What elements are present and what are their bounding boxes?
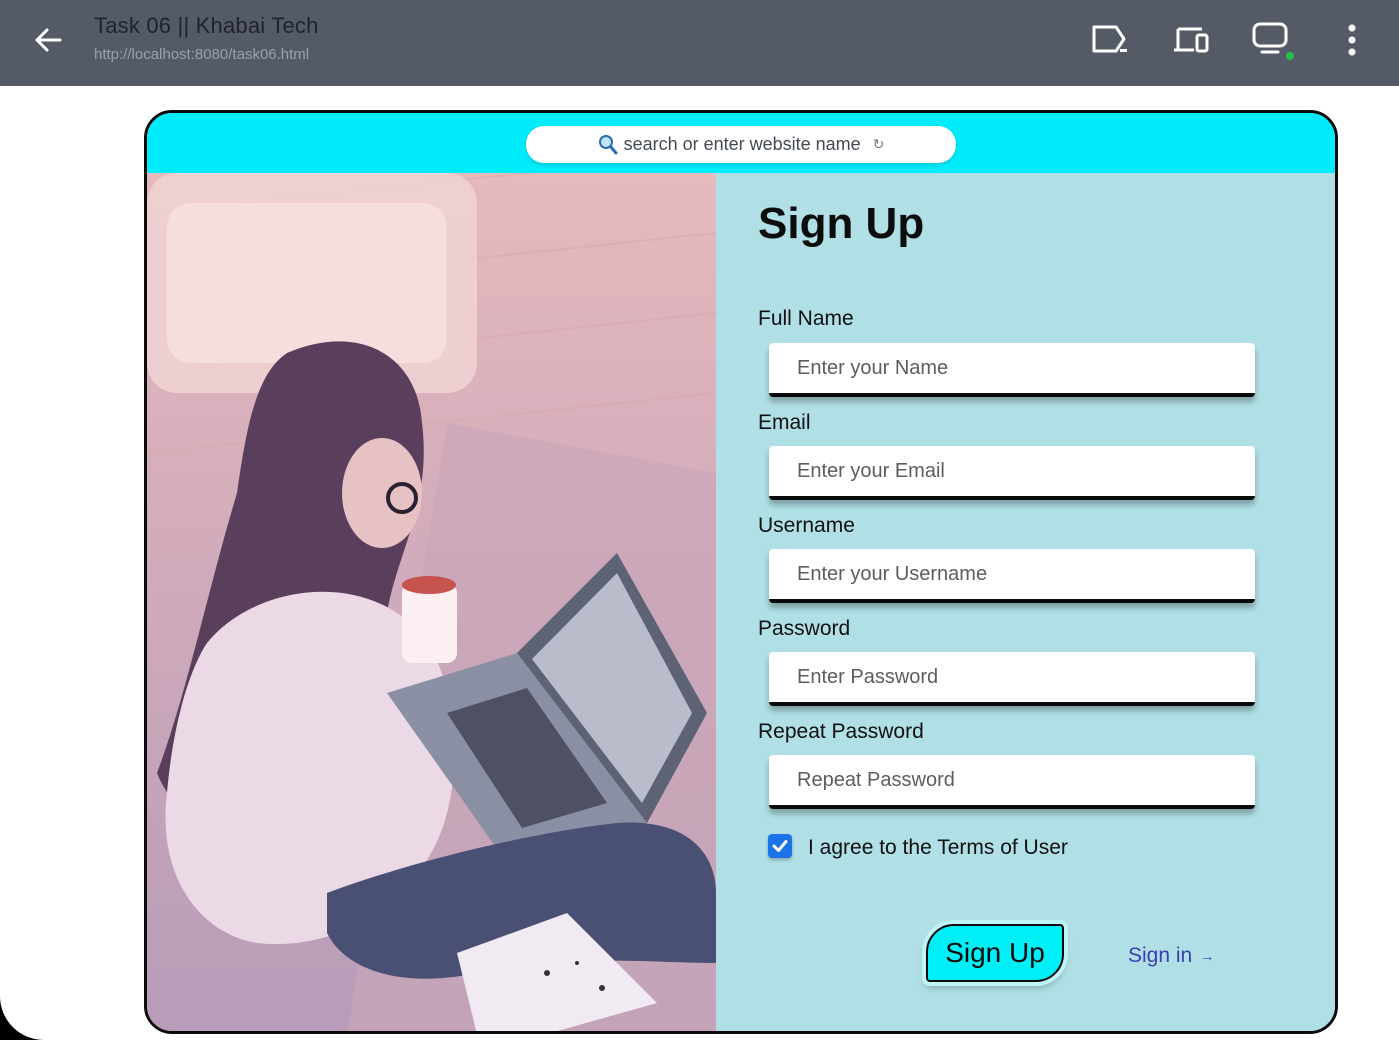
checkmark-icon xyxy=(772,839,788,852)
sign-in-link[interactable]: Sign in → xyxy=(1128,944,1214,968)
back-button[interactable] xyxy=(28,20,68,60)
search-icon xyxy=(598,134,618,154)
address-bar[interactable]: search or enter website name ↻ xyxy=(526,126,956,163)
password-input[interactable] xyxy=(769,652,1255,706)
username-input[interactable] xyxy=(769,549,1255,603)
cast-button[interactable] xyxy=(1086,18,1134,62)
back-arrow-icon xyxy=(35,28,62,52)
repeat-password-label: Repeat Password xyxy=(758,720,924,743)
page-title: Task 06 || Khabai Tech xyxy=(94,13,319,38)
reload-icon[interactable]: ↻ xyxy=(873,136,885,153)
terms-label: I agree to the Terms of User xyxy=(808,836,1068,859)
terms-row: I agree to the Terms of User xyxy=(768,831,1068,860)
inner-browser-bar: search or enter website name ↻ xyxy=(147,113,1335,173)
monitor-icon xyxy=(1252,22,1294,60)
more-menu-button[interactable] xyxy=(1328,18,1376,62)
full-name-label: Full Name xyxy=(758,307,854,330)
hero-photo xyxy=(147,173,716,1031)
username-label: Username xyxy=(758,514,855,537)
status-dot xyxy=(1286,52,1294,60)
page-url: http://localhost:8080/task06.html xyxy=(94,46,310,63)
terms-checkbox[interactable] xyxy=(768,833,792,858)
signup-form: Sign Up Full Name Email Username Passwor… xyxy=(716,173,1335,1031)
sign-in-label: Sign in xyxy=(1128,944,1193,967)
email-input[interactable] xyxy=(769,446,1255,500)
form-heading: Sign Up xyxy=(758,199,925,248)
device-corner-mask xyxy=(0,900,140,1040)
woman-with-laptop-illustration xyxy=(147,173,716,1031)
email-label: Email xyxy=(758,411,811,434)
full-name-input[interactable] xyxy=(769,343,1255,397)
devices-icon xyxy=(1174,27,1209,53)
address-placeholder: search or enter website name xyxy=(623,134,861,154)
more-vertical-icon xyxy=(1348,24,1356,56)
device-frame: search or enter website name ↻ Sign Up F… xyxy=(144,110,1338,1034)
password-label: Password xyxy=(758,617,851,640)
cast-icon xyxy=(1092,25,1127,53)
browser-toolbar: Task 06 || Khabai Tech http://localhost:… xyxy=(0,0,1399,86)
devices-button[interactable] xyxy=(1167,18,1215,62)
repeat-password-input[interactable] xyxy=(769,755,1255,809)
display-button[interactable] xyxy=(1248,18,1296,62)
sign-up-button[interactable]: Sign Up xyxy=(926,924,1064,982)
arrow-right-icon: → xyxy=(1200,948,1215,964)
